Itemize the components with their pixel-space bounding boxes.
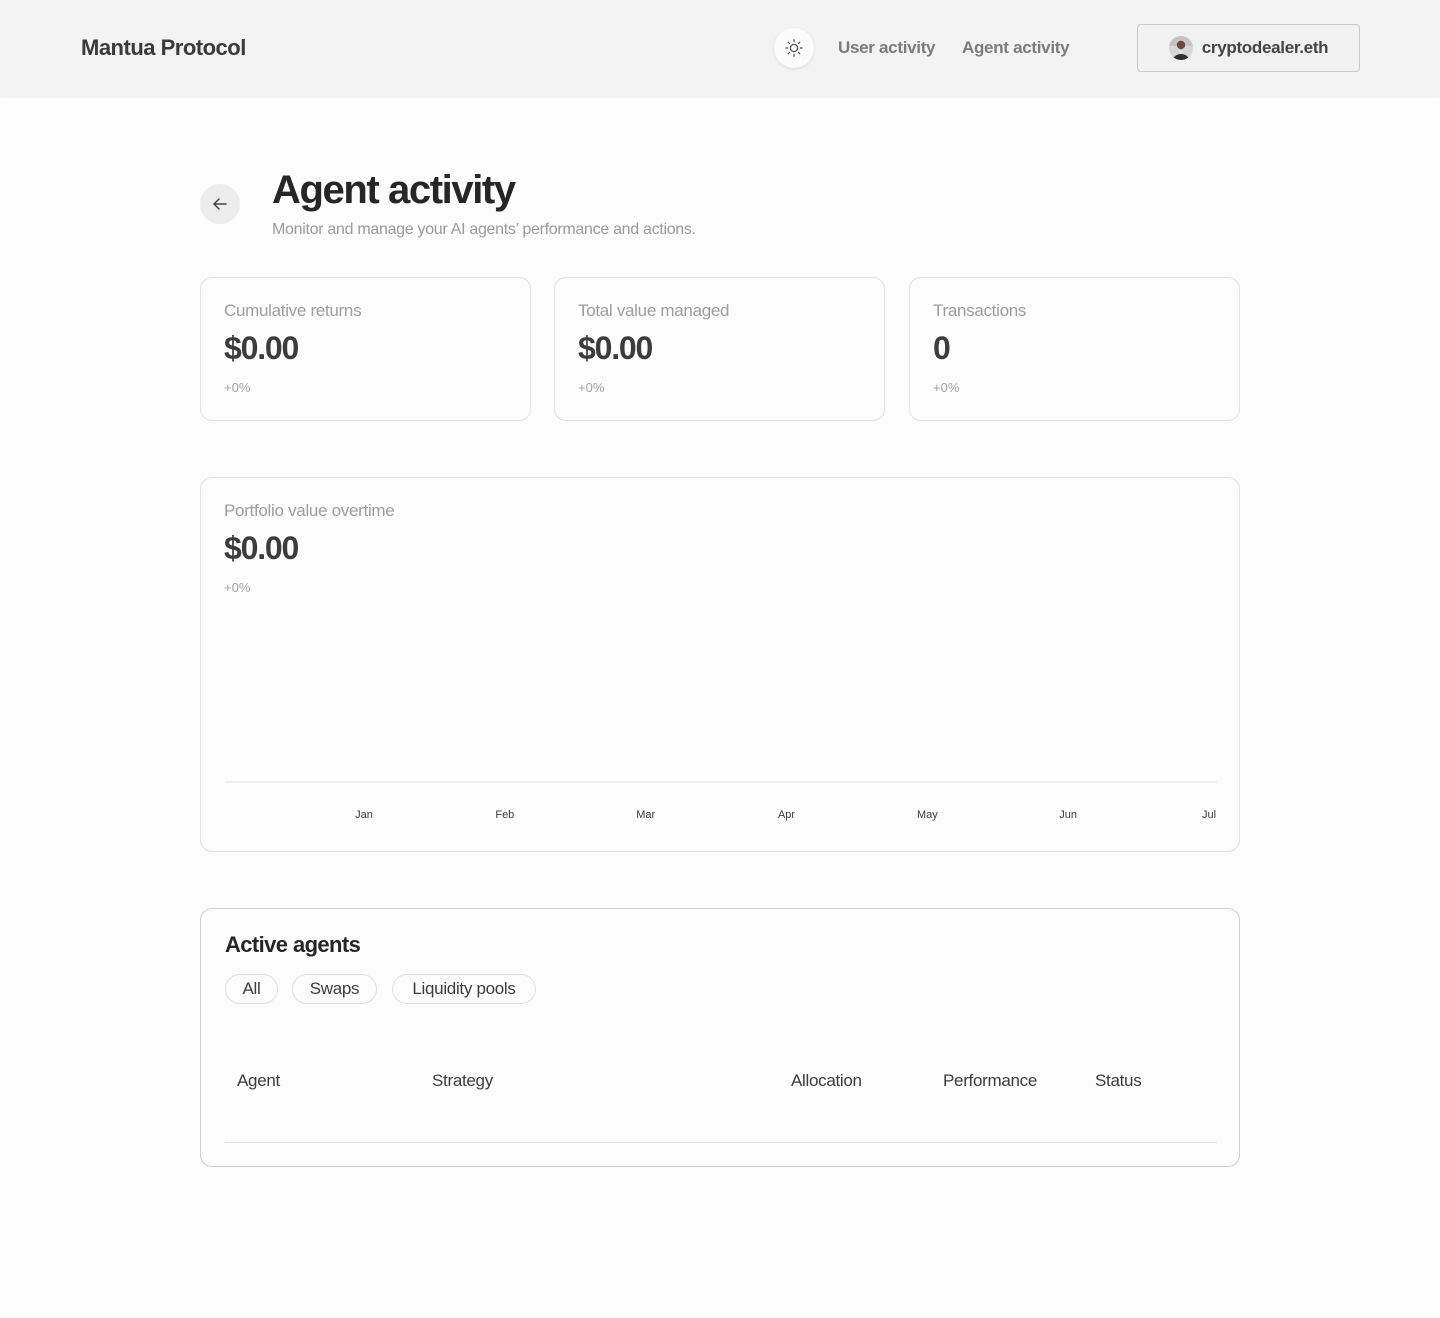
portfolio-line-chart: Jan Feb Mar Apr May Jun Jul: [225, 781, 1217, 821]
active-agents-title: Active agents: [225, 932, 361, 957]
column-header-status[interactable]: Status: [1095, 1071, 1142, 1091]
sun-icon: [785, 39, 803, 57]
arrow-left-icon: [213, 198, 227, 210]
x-axis-ticks: Jan Feb Mar Apr May Jun Jul: [355, 809, 1216, 821]
page-title: Agent activity: [272, 168, 516, 212]
column-header-strategy[interactable]: Strategy: [432, 1071, 493, 1091]
stat-card-total-value-managed: Total value managed $0.00 +0%: [554, 277, 885, 421]
stat-change: +0%: [578, 380, 605, 395]
column-header-allocation[interactable]: Allocation: [791, 1071, 862, 1091]
x-tick-label: Mar: [636, 809, 655, 821]
wallet-name: cryptodealer.eth: [1201, 38, 1329, 57]
back-button[interactable]: [200, 184, 240, 224]
stat-label: Cumulative returns: [224, 301, 362, 320]
filter-chip-all[interactable]: All: [225, 974, 278, 1004]
x-tick-label: Feb: [495, 809, 514, 821]
portfolio-chart-card: Portfolio value overtime $0.00 +0% Jan Fe…: [200, 477, 1240, 852]
x-tick-label: May: [917, 809, 938, 821]
brand-logo-text[interactable]: Mantua Protocol: [81, 34, 246, 62]
stat-change: +0%: [224, 380, 251, 395]
column-header-agent[interactable]: Agent: [237, 1071, 280, 1091]
x-tick-label: Jun: [1059, 809, 1077, 821]
theme-toggle-button[interactable]: [774, 28, 814, 68]
table-divider: [225, 1142, 1217, 1143]
x-tick-label: Jul: [1202, 809, 1216, 821]
stat-value: $0.00: [578, 330, 653, 366]
filter-chip-swaps[interactable]: Swaps: [292, 974, 377, 1004]
x-tick-label: Jan: [355, 809, 373, 821]
top-navigation-bar: Mantua Protocol User activity Agent acti…: [0, 0, 1440, 96]
stat-value: $0.00: [224, 330, 299, 366]
stat-change: +0%: [933, 380, 960, 395]
column-header-performance[interactable]: Performance: [943, 1071, 1037, 1091]
wallet-account-button[interactable]: cryptodealer.eth: [1137, 24, 1360, 72]
page-subtitle: Monitor and manage your AI agents’ perfo…: [272, 221, 696, 238]
stat-card-transactions: Transactions 0 +0%: [909, 277, 1240, 421]
stat-label: Total value managed: [578, 301, 730, 320]
filter-chip-liquidity-pools[interactable]: Liquidity pools: [392, 974, 536, 1004]
stat-card-cumulative-returns: Cumulative returns $0.00 +0%: [200, 277, 531, 421]
x-tick-label: Apr: [778, 809, 795, 821]
active-agents-card: Active agents All Swaps Liquidity pools …: [200, 908, 1240, 1167]
nav-link-user-activity[interactable]: User activity: [838, 37, 936, 59]
avatar: [1168, 36, 1193, 60]
nav-link-agent-activity[interactable]: Agent activity: [962, 37, 1070, 59]
stat-label: Transactions: [933, 301, 1027, 320]
stat-value: 0: [933, 330, 951, 366]
